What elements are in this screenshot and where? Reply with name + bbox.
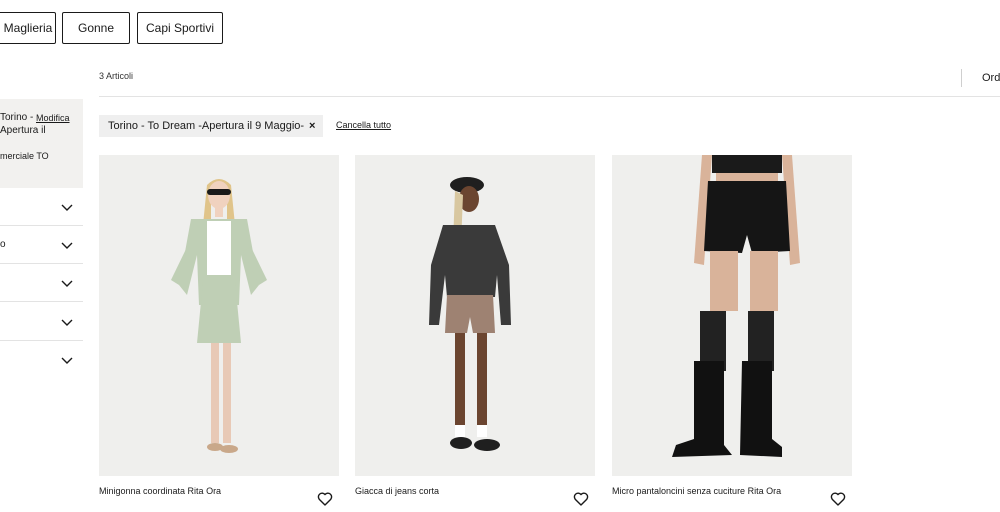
store-name: Torino - — [0, 112, 34, 123]
category-pill-maglieria[interactable]: Maglieria — [0, 12, 56, 44]
chevron-down-icon — [61, 204, 73, 211]
active-filter-label: Torino - To Dream -Apertura il 9 Maggio- — [108, 120, 305, 132]
store-selector: Torino - Modifica Apertura il merciale T… — [0, 99, 83, 188]
toolbar-divider — [961, 69, 962, 87]
heart-icon[interactable] — [317, 491, 333, 507]
product-image[interactable] — [355, 155, 595, 476]
model-illustration — [429, 177, 511, 451]
filter-accordion[interactable] — [0, 264, 83, 302]
product-image[interactable] — [99, 155, 339, 476]
product-card[interactable]: Giacca di jeans corta — [355, 155, 595, 512]
heart-icon[interactable] — [573, 491, 589, 507]
category-pill-label: Maglieria — [3, 21, 53, 35]
category-pill-capi-sportivi[interactable]: Capi Sportivi — [137, 12, 223, 44]
category-pill-label: Capi Sportivi — [145, 21, 215, 35]
filter-accordion[interactable] — [0, 303, 83, 341]
filter-accordion[interactable]: o — [0, 226, 83, 264]
store-opening: Apertura il — [0, 125, 46, 136]
product-card[interactable]: Minigonna coordinata Rita Ora — [99, 155, 339, 512]
chevron-down-icon — [61, 242, 73, 249]
sort-dropdown[interactable]: Ord — [982, 72, 1000, 84]
active-filter-chip: Torino - To Dream -Apertura il 9 Maggio-… — [99, 115, 323, 137]
toolbar-bottom-divider — [99, 96, 1000, 97]
product-name[interactable]: Giacca di jeans corta — [355, 486, 439, 496]
product-image[interactable] — [612, 155, 852, 476]
chevron-down-icon — [61, 319, 73, 326]
clear-all-link[interactable]: Cancella tutto — [336, 120, 391, 130]
category-pill-gonne[interactable]: Gonne — [62, 12, 130, 44]
product-listing-page: Maglieria Gonne Capi Sportivi Torino - M… — [0, 0, 1000, 512]
product-card[interactable]: Micro pantaloncini senza cuciture Rita O… — [612, 155, 852, 512]
results-count: 3 Articoli — [99, 71, 134, 81]
chevron-down-icon — [61, 357, 73, 364]
filter-accordion[interactable] — [0, 341, 83, 379]
product-name[interactable]: Micro pantaloncini senza cuciture Rita O… — [612, 486, 781, 496]
filter-accordion[interactable] — [0, 188, 83, 226]
model-illustration — [171, 179, 267, 453]
category-pill-label: Gonne — [77, 21, 115, 35]
product-name[interactable]: Minigonna coordinata Rita Ora — [99, 486, 221, 496]
model-illustration — [672, 155, 800, 457]
chevron-down-icon — [61, 280, 73, 287]
remove-filter-icon[interactable]: × — [309, 120, 315, 132]
filter-label: o — [0, 239, 6, 250]
heart-icon[interactable] — [830, 491, 846, 507]
store-mall: merciale TO — [0, 151, 49, 161]
